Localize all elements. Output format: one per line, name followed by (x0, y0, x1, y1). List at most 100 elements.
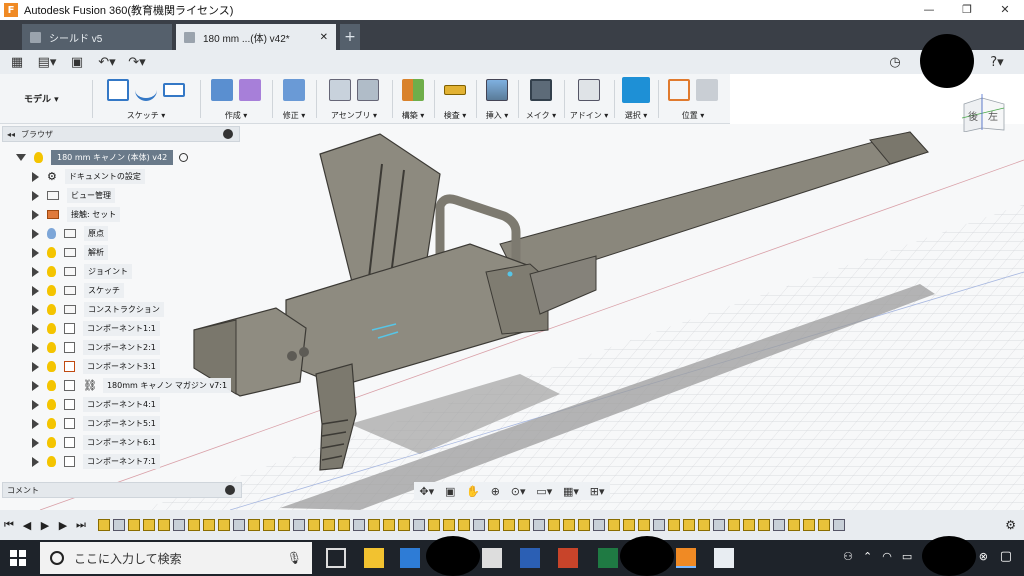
measure-icon[interactable] (444, 85, 466, 95)
form-icon[interactable] (239, 79, 261, 101)
zoom-window-icon[interactable]: ⊙▾ (511, 485, 526, 498)
browser-menu-icon[interactable] (223, 129, 233, 139)
capture-position-icon[interactable] (668, 79, 690, 101)
timeline-feature-icon[interactable] (623, 519, 635, 531)
visibility-bulb-icon[interactable] (47, 399, 56, 410)
file-explorer-icon[interactable] (364, 548, 384, 568)
expand-triangle-icon[interactable] (32, 399, 39, 410)
arc-icon[interactable] (135, 79, 157, 101)
select-group[interactable]: 選択 ▾ (618, 76, 654, 122)
joint-icon[interactable] (357, 79, 379, 101)
timeline-feature-icon[interactable] (173, 519, 185, 531)
timeline-feature-icon[interactable] (563, 519, 575, 531)
insert-group[interactable]: 挿入 ▾ (480, 76, 514, 122)
timeline-feature-icon[interactable] (203, 519, 215, 531)
timeline-feature-icon[interactable] (398, 519, 410, 531)
new-tab-button[interactable]: + (340, 24, 360, 50)
visibility-bulb-icon[interactable] (47, 361, 56, 372)
create-group[interactable]: 作成 ▾ (204, 76, 268, 122)
timeline-feature-icon[interactable] (308, 519, 320, 531)
expand-triangle-icon[interactable] (32, 323, 39, 334)
assemble-group[interactable]: アセンブリ ▾ (320, 76, 388, 122)
expand-triangle-icon[interactable] (32, 342, 39, 353)
expand-triangle-icon[interactable] (32, 171, 39, 182)
pan-hand-icon[interactable]: ✋ (466, 485, 480, 498)
expand-triangle-icon[interactable] (32, 437, 39, 448)
tree-item-component-2[interactable]: コンポーネント2:1 (32, 338, 160, 357)
tree-root[interactable]: 180 mm キャノン (本体) v42 (16, 148, 189, 167)
timeline-feature-icon[interactable] (338, 519, 350, 531)
timeline-feature-icon[interactable] (743, 519, 755, 531)
step-back-icon[interactable]: ◀ (18, 519, 36, 532)
step-forward-icon[interactable]: ▶ (54, 519, 72, 532)
expand-triangle-icon[interactable] (32, 285, 39, 296)
timeline-feature-icon[interactable] (278, 519, 290, 531)
chevron-up-icon[interactable]: ⌃ (863, 550, 872, 563)
task-view-icon[interactable] (326, 548, 346, 568)
add-comment-icon[interactable] (225, 485, 235, 495)
go-to-end-icon[interactable]: ⏭ (72, 518, 90, 532)
photos-icon[interactable] (714, 548, 734, 568)
viewcube-left-face[interactable]: 左 (988, 108, 998, 123)
timeline-feature-icon[interactable] (248, 519, 260, 531)
notifications-icon[interactable]: ▢ (1000, 549, 1012, 564)
fusion-taskbar-icon[interactable] (676, 548, 696, 568)
excel-icon[interactable] (598, 548, 618, 568)
taskbar-search-box[interactable]: ここに入力して検索 🎙 (40, 542, 312, 574)
inspect-group[interactable]: 検査 ▾ (438, 76, 472, 122)
activate-radio-icon[interactable] (179, 153, 189, 162)
visibility-bulb-icon[interactable] (47, 228, 56, 239)
expand-triangle-icon[interactable] (32, 304, 39, 315)
timeline-feature-icon[interactable] (458, 519, 470, 531)
sketch-group[interactable]: スケッチ ▾ (96, 76, 196, 122)
redo-icon[interactable]: ↷▾ (124, 52, 150, 72)
expand-triangle-icon[interactable] (32, 380, 39, 391)
people-icon[interactable]: ⚇ (843, 550, 853, 563)
insert-image-icon[interactable] (486, 79, 508, 101)
timeline-feature-icon[interactable] (263, 519, 275, 531)
timeline-feature-icon[interactable] (143, 519, 155, 531)
visibility-bulb-icon[interactable] (47, 266, 56, 277)
expand-triangle-icon[interactable] (32, 190, 39, 201)
extrude-icon[interactable] (211, 79, 233, 101)
tree-item-contact-sets[interactable]: 接触: セット (32, 205, 121, 224)
tree-item-component-1[interactable]: コンポーネント1:1 (32, 319, 160, 338)
close-window-button[interactable]: ✕ (986, 0, 1024, 20)
microphone-icon[interactable]: 🎙 (287, 551, 302, 565)
tree-item-document-settings[interactable]: ⚙ ドキュメントの設定 (32, 167, 145, 186)
tree-item-component-7[interactable]: コンポーネント7:1 (32, 452, 160, 471)
timeline-feature-icon[interactable] (683, 519, 695, 531)
visibility-bulb-icon[interactable] (47, 285, 56, 296)
tree-item-magazine-link[interactable]: ⛓ 180mm キャノン マガジン v7:1 (32, 376, 232, 395)
addins-group[interactable]: アドイン ▾ (568, 76, 610, 122)
timeline-feature-icon[interactable] (443, 519, 455, 531)
play-icon[interactable]: ▶ (36, 519, 54, 532)
collapse-triangle-icon[interactable] (16, 154, 26, 161)
timeline-feature-icon[interactable] (113, 519, 125, 531)
file-menu-icon[interactable]: ▤▾ (34, 52, 60, 72)
tree-item-component-4[interactable]: コンポーネント4:1 (32, 395, 160, 414)
timeline-feature-icon[interactable] (578, 519, 590, 531)
powerpoint-icon[interactable] (558, 548, 578, 568)
timeline-feature-icon[interactable] (833, 519, 845, 531)
tab-shield[interactable]: シールド v5 (22, 24, 172, 50)
timeline-feature-icon[interactable] (593, 519, 605, 531)
timeline-feature-icon[interactable] (158, 519, 170, 531)
orbit-icon[interactable]: ✥▾ (419, 485, 434, 498)
visibility-bulb-icon[interactable] (47, 380, 56, 391)
mail-icon[interactable] (482, 548, 502, 568)
expand-triangle-icon[interactable] (32, 228, 39, 239)
timeline-feature-icon[interactable] (713, 519, 725, 531)
visibility-bulb-icon[interactable] (47, 456, 56, 467)
timeline-feature-icon[interactable] (188, 519, 200, 531)
start-icon[interactable] (10, 550, 26, 566)
create-sketch-icon[interactable] (107, 79, 129, 101)
grid-settings-icon[interactable]: ▦▾ (563, 485, 579, 498)
timeline-feature-icon[interactable] (548, 519, 560, 531)
job-status-icon[interactable]: ◷ (882, 52, 908, 72)
save-icon[interactable]: ▣ (64, 52, 90, 72)
timeline-feature-icon[interactable] (818, 519, 830, 531)
collapse-icon[interactable]: ◂◂ (7, 130, 15, 139)
help-icon[interactable]: ?▾ (984, 52, 1010, 72)
construct-group[interactable]: 構築 ▾ (396, 76, 430, 122)
